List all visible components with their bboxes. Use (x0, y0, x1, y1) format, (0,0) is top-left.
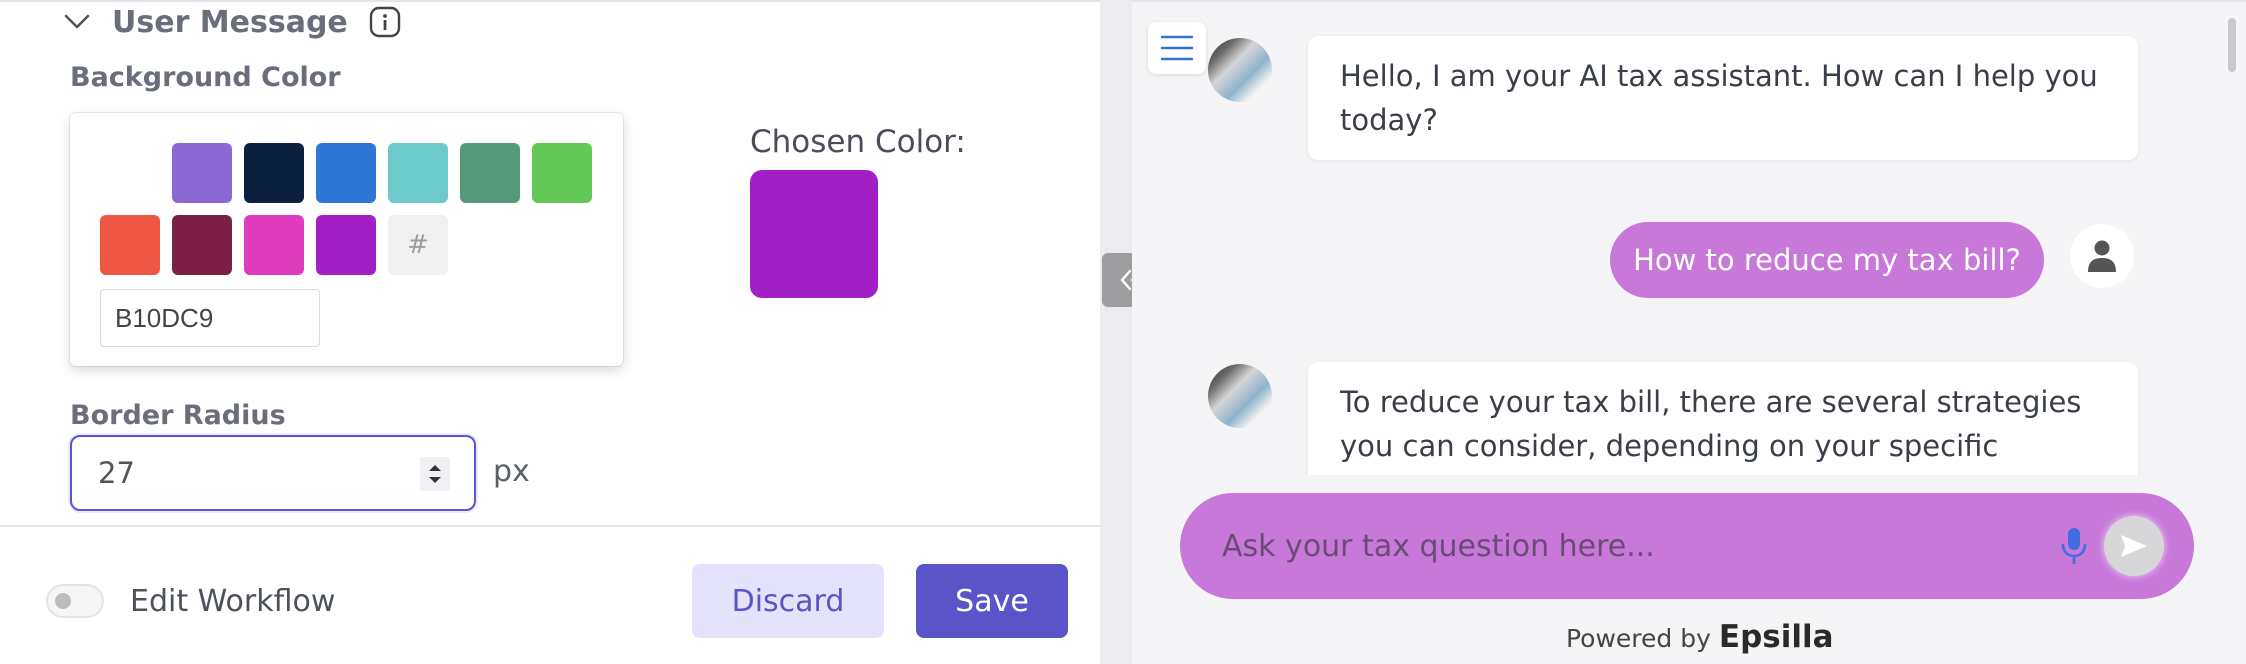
swatch-pink[interactable] (244, 215, 304, 275)
discard-button[interactable]: Discard (692, 564, 884, 638)
editor-footer: Edit Workflow Discard Save (0, 525, 1100, 664)
chat-messages: Hello, I am your AI tax assistant. How c… (1132, 2, 2222, 475)
chat-input[interactable] (1222, 528, 2002, 564)
bot-avatar (1208, 38, 1272, 102)
bot-greeting-message: Hello, I am your AI tax assistant. How c… (1308, 36, 2138, 160)
stepper-down-icon[interactable] (428, 476, 442, 484)
swatch-lavender[interactable] (172, 143, 232, 203)
powered-by-label: Powered by (1566, 624, 1711, 653)
brand-name[interactable]: Epsilla (1719, 619, 1834, 655)
edit-workflow-toggle[interactable] (46, 584, 104, 618)
send-icon (2121, 535, 2147, 557)
section-title: User Message (112, 4, 348, 40)
chosen-color-label: Chosen Color: (750, 124, 966, 160)
panel-divider (1100, 0, 1132, 664)
swatch-white[interactable] (100, 143, 160, 203)
bot-answer-message: To reduce your tax bill, there are sever… (1308, 362, 2138, 475)
hex-color-input[interactable]: B10DC9 (100, 289, 320, 347)
swatch-teal[interactable] (388, 143, 448, 203)
send-button[interactable] (2104, 516, 2164, 576)
user-avatar (2070, 224, 2134, 288)
menu-button[interactable] (1148, 22, 1206, 74)
hash-input-swatch[interactable]: # (388, 215, 448, 275)
swatch-lime[interactable] (532, 143, 592, 203)
hamburger-icon (1161, 35, 1193, 61)
swatch-blue[interactable] (316, 143, 376, 203)
background-color-label: Background Color (70, 62, 341, 93)
swatch-green[interactable] (460, 143, 520, 203)
border-radius-input[interactable]: 27 (70, 435, 476, 511)
settings-panel: User Message Background Color B10DC9 # C… (0, 0, 1100, 664)
color-picker: B10DC9 # (70, 113, 623, 366)
user-message-section-header[interactable]: User Message (60, 4, 402, 40)
swatch-purple[interactable] (316, 215, 376, 275)
swatch-navy[interactable] (244, 143, 304, 203)
border-radius-value[interactable]: 27 (98, 456, 135, 490)
border-radius-label: Border Radius (70, 400, 286, 431)
swatch-maroon[interactable] (172, 215, 232, 275)
bot-avatar (1208, 364, 1272, 428)
swatch-red[interactable] (100, 215, 160, 275)
chat-scrollbar[interactable] (2224, 8, 2240, 468)
chevron-down-icon[interactable] (60, 5, 94, 39)
chat-preview: Hello, I am your AI tax assistant. How c… (1132, 0, 2246, 664)
user-message: How to reduce my tax bill? (1610, 222, 2044, 298)
number-stepper[interactable] (420, 457, 450, 491)
info-icon[interactable] (368, 5, 402, 39)
chat-input-bar (1180, 493, 2194, 599)
border-radius-unit: px (493, 454, 530, 489)
save-button[interactable]: Save (916, 564, 1068, 638)
edit-workflow-label: Edit Workflow (130, 584, 336, 619)
stepper-up-icon[interactable] (428, 464, 442, 472)
scrollbar-thumb[interactable] (2228, 18, 2236, 72)
microphone-icon[interactable] (2060, 526, 2088, 570)
toggle-knob (55, 593, 71, 609)
person-icon (2088, 240, 2116, 272)
powered-by: Powered by Epsilla (1566, 619, 1834, 655)
chosen-color-preview (750, 170, 878, 298)
